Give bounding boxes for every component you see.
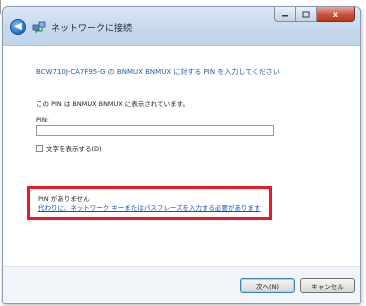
- use-network-key-link[interactable]: 代わりに、ネットワーク キーまたはパスフレーズを入力する必要があります: [38, 202, 261, 212]
- minimize-button[interactable]: [274, 7, 296, 22]
- button-bar: 次へ(N) キャンセル: [3, 266, 360, 303]
- back-arrow-icon: ◀: [14, 21, 22, 32]
- cancel-button[interactable]: キャンセル: [300, 278, 355, 293]
- maximize-icon: [302, 11, 310, 17]
- maximize-button[interactable]: [296, 7, 317, 22]
- back-button[interactable]: ◀: [10, 19, 26, 35]
- title-bar[interactable]: ◀ ネットワークに接続 x: [3, 7, 360, 46]
- document-edge-line: [0, 0, 1, 14]
- next-button[interactable]: 次へ(N): [240, 278, 295, 293]
- show-characters-label: 文字を表示する(D): [46, 145, 102, 153]
- minimize-icon: [282, 15, 288, 17]
- pin-label: PIN:: [36, 116, 49, 124]
- pin-input[interactable]: [36, 125, 274, 136]
- show-characters-checkbox[interactable]: [36, 144, 43, 152]
- close-icon: x: [332, 9, 339, 19]
- pin-location-info: この PIN は BNMUX BNMUX に表示されています。: [36, 100, 189, 108]
- caption-buttons: x: [274, 7, 355, 22]
- page-heading: BCW710J-CA7F95-G の BNMUX BNMUX に対する PIN …: [36, 68, 280, 76]
- show-characters-option[interactable]: 文字を表示する(D): [36, 143, 102, 153]
- close-button[interactable]: x: [317, 7, 355, 22]
- dialog-content: BCW710J-CA7F95-G の BNMUX BNMUX に対する PIN …: [3, 46, 360, 267]
- window-title: ネットワークに接続: [51, 24, 133, 34]
- dialog-window: ◀ ネットワークに接続 x BCW710J-CA7F95-G の BNMUX B…: [2, 6, 361, 304]
- network-connection-icon: [32, 21, 46, 33]
